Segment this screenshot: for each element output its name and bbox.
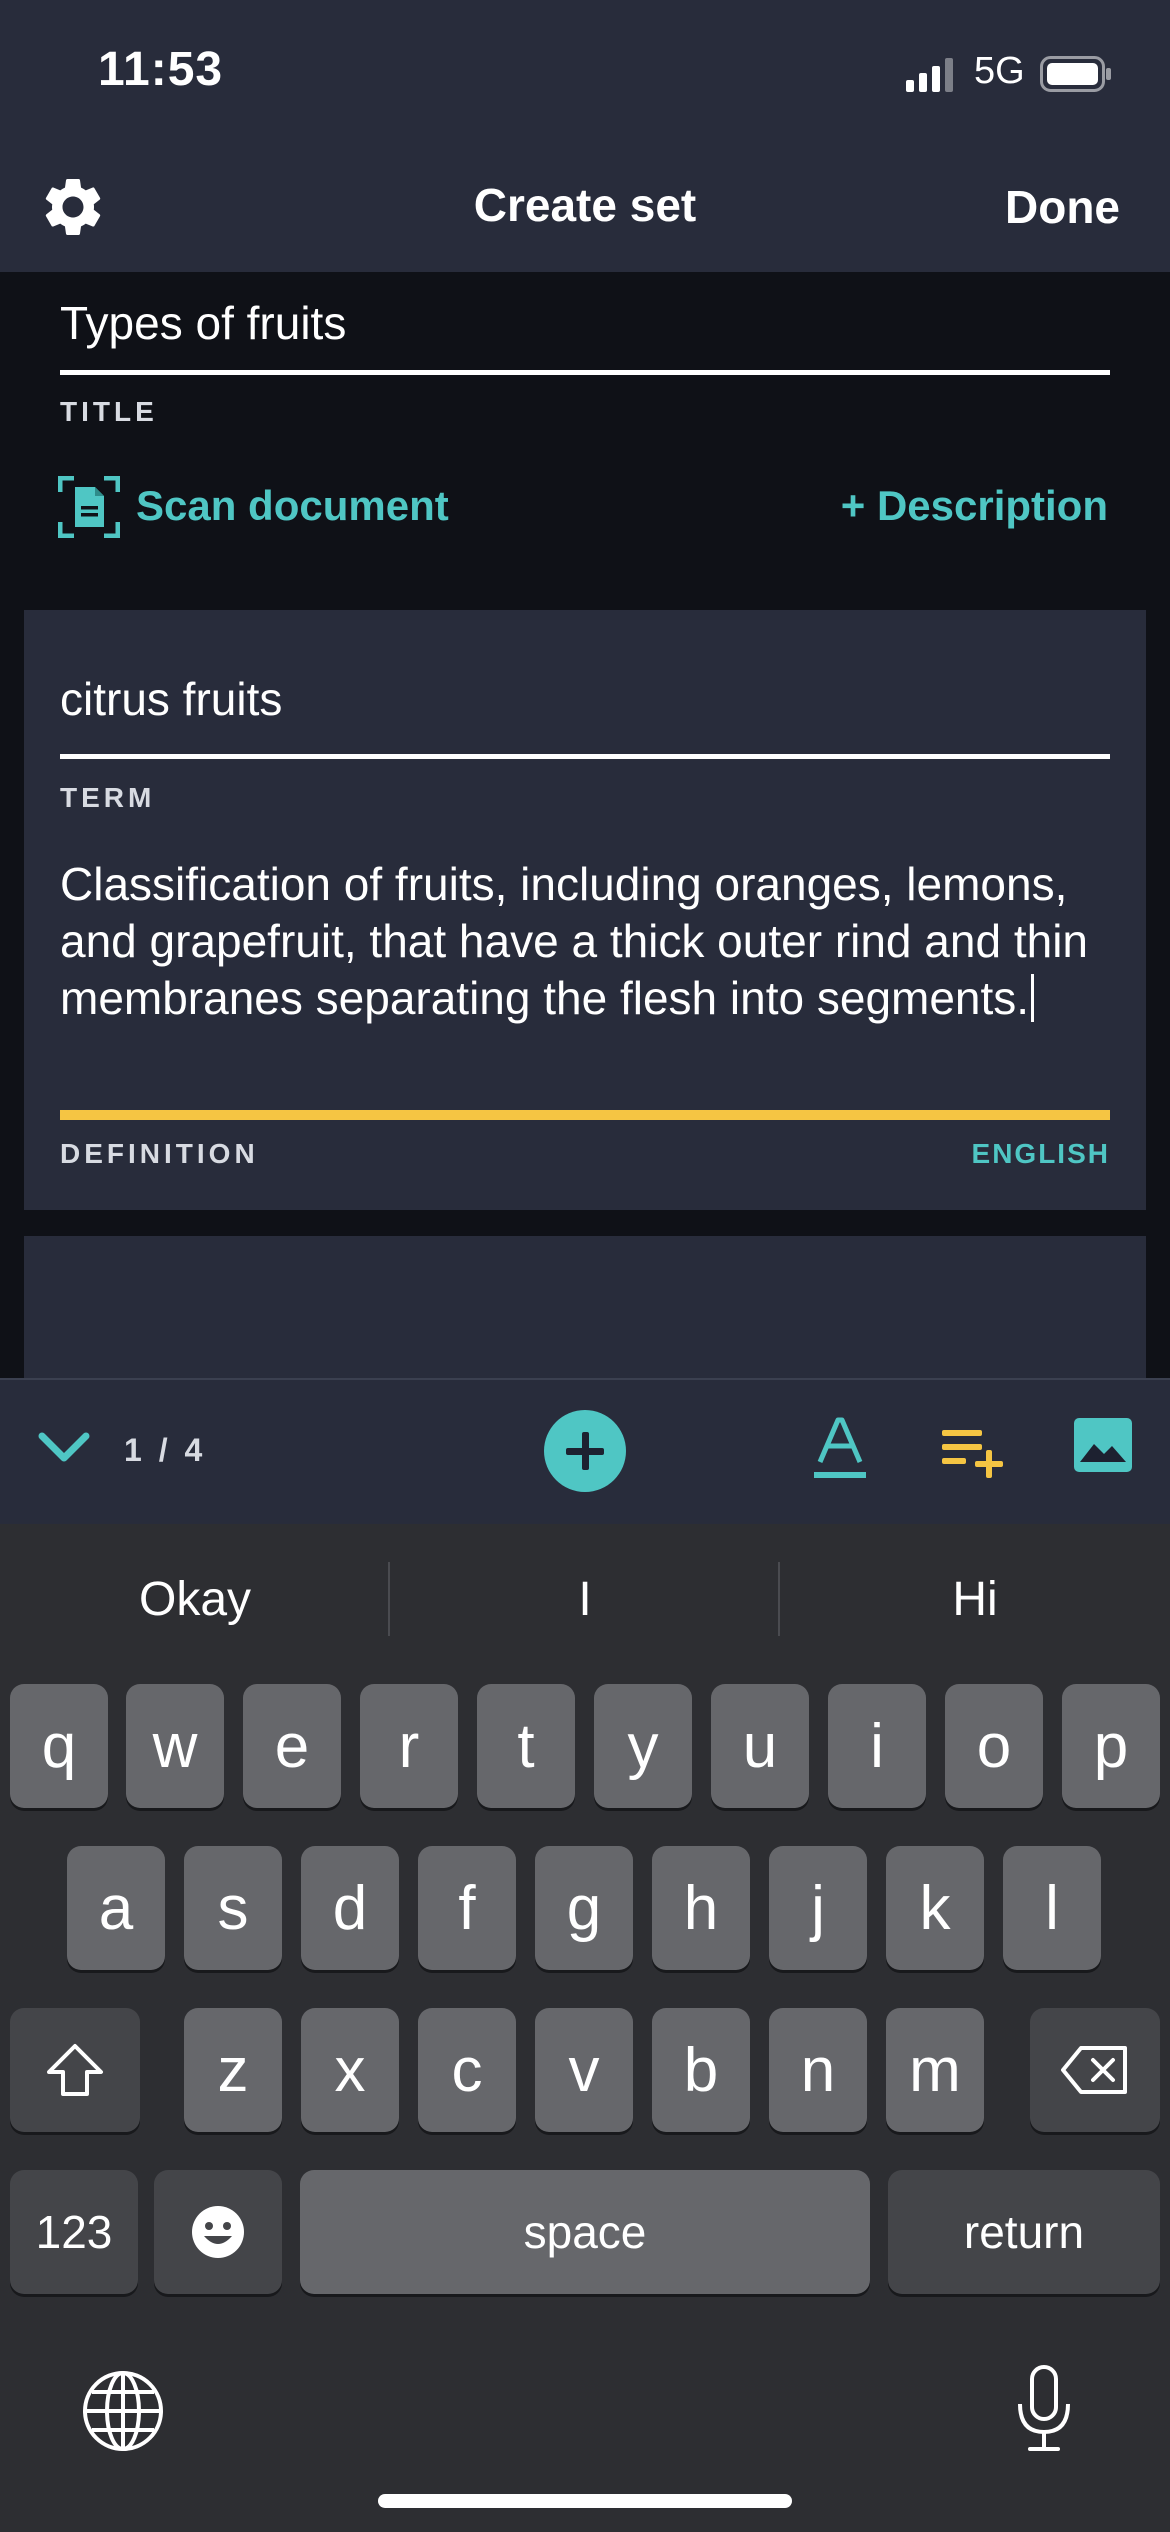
title-input[interactable]: Types of fruits: [60, 296, 346, 350]
key-f[interactable]: f: [418, 1846, 516, 1970]
text-caret: [1031, 974, 1035, 1022]
key-v[interactable]: v: [535, 2008, 633, 2132]
key-m[interactable]: m: [886, 2008, 984, 2132]
status-time: 11:53: [98, 43, 224, 96]
suggestion-1[interactable]: Okay: [0, 1560, 390, 1640]
network-label: 5G: [974, 50, 1025, 92]
key-c[interactable]: c: [418, 2008, 516, 2132]
delete-key[interactable]: [1030, 2008, 1160, 2132]
key-r[interactable]: r: [360, 1684, 458, 1808]
page-title: Create set: [473, 179, 697, 231]
key-h[interactable]: h: [652, 1846, 750, 1970]
key-e[interactable]: e: [243, 1684, 341, 1808]
key-l[interactable]: l: [1003, 1846, 1101, 1970]
plus-icon: [566, 1432, 604, 1470]
term-input[interactable]: citrus fruits: [60, 672, 282, 726]
key-i[interactable]: i: [828, 1684, 926, 1808]
language-selector[interactable]: ENGLISH: [972, 1138, 1110, 1170]
shift-icon: [47, 2044, 103, 2096]
key-o[interactable]: o: [945, 1684, 1043, 1808]
delete-icon: [1061, 2046, 1127, 2094]
add-card-button[interactable]: [544, 1410, 626, 1492]
key-u[interactable]: u: [711, 1684, 809, 1808]
key-x[interactable]: x: [301, 2008, 399, 2132]
key-k[interactable]: k: [886, 1846, 984, 1970]
definition-label: DEFINITION: [60, 1138, 259, 1169]
key-z[interactable]: z: [184, 2008, 282, 2132]
text-format-icon[interactable]: [812, 1416, 868, 1487]
key-g[interactable]: g: [535, 1846, 633, 1970]
key-q[interactable]: q: [10, 1684, 108, 1808]
key-n[interactable]: n: [769, 2008, 867, 2132]
shift-key[interactable]: [10, 2008, 140, 2132]
key-p[interactable]: p: [1062, 1684, 1160, 1808]
home-indicator[interactable]: [378, 2494, 792, 2508]
image-icon[interactable]: [1074, 1418, 1132, 1477]
scan-document-icon[interactable]: [57, 475, 121, 539]
key-j[interactable]: j: [769, 1846, 867, 1970]
microphone-icon[interactable]: [1012, 2364, 1076, 2459]
space-key[interactable]: space: [300, 2170, 870, 2294]
title-label: TITLE: [60, 396, 158, 427]
scan-document-button[interactable]: Scan document: [136, 482, 449, 530]
done-button[interactable]: Done: [1005, 180, 1120, 234]
add-description-button[interactable]: + Description: [841, 482, 1108, 530]
definition-underline: [60, 1110, 1110, 1120]
key-s[interactable]: s: [184, 1846, 282, 1970]
key-a[interactable]: a: [67, 1846, 165, 1970]
key-w[interactable]: w: [126, 1684, 224, 1808]
definition-text: Classification of fruits, including oran…: [60, 858, 1088, 1024]
key-b[interactable]: b: [652, 2008, 750, 2132]
term-underline: [60, 754, 1110, 759]
key-t[interactable]: t: [477, 1684, 575, 1808]
suggestion-3[interactable]: Hi: [780, 1560, 1170, 1640]
card-counter: 1 / 4: [124, 1432, 207, 1468]
chevron-down-icon[interactable]: [36, 1428, 92, 1473]
return-key[interactable]: return: [888, 2170, 1160, 2294]
signal-icon: [906, 58, 958, 97]
term-label: TERM: [60, 782, 156, 813]
add-list-icon[interactable]: [940, 1422, 1004, 1485]
title-underline: [60, 370, 1110, 375]
suggestion-2[interactable]: I: [390, 1560, 780, 1640]
numbers-key[interactable]: 123: [10, 2170, 138, 2294]
definition-input[interactable]: Classification of fruits, including oran…: [60, 856, 1120, 1027]
next-card[interactable]: [24, 1236, 1146, 1378]
key-d[interactable]: d: [301, 1846, 399, 1970]
globe-icon[interactable]: [82, 2370, 164, 2457]
emoji-key[interactable]: [154, 2170, 282, 2294]
key-y[interactable]: y: [594, 1684, 692, 1808]
battery-icon: [1040, 56, 1112, 97]
emoji-icon: [192, 2206, 244, 2258]
